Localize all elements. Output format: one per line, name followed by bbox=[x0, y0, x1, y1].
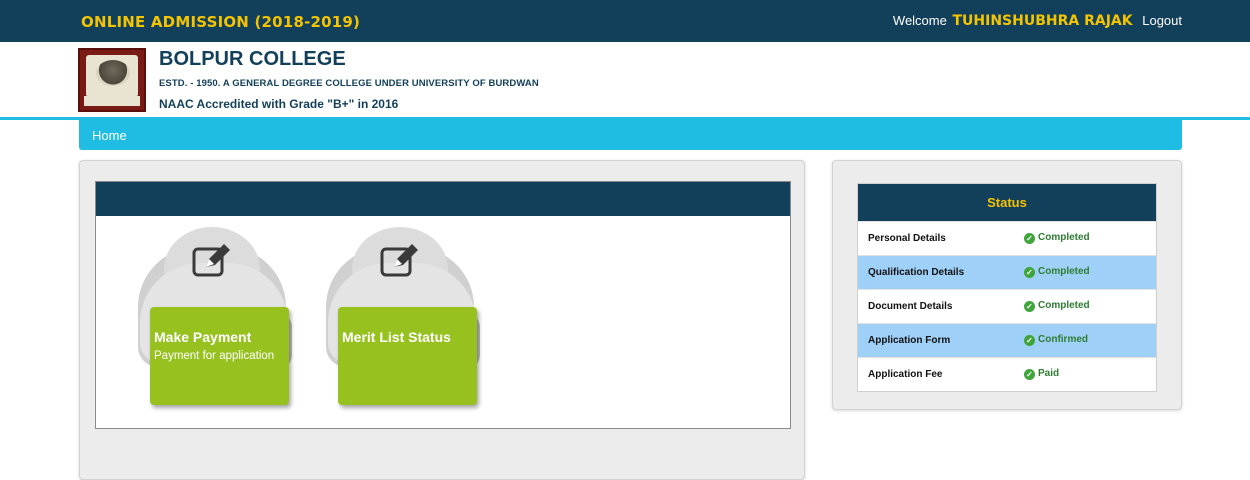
status-value-text: Completed bbox=[1038, 266, 1090, 277]
college-naac-line: NAAC Accredited with Grade "B+" in 2016 bbox=[159, 97, 399, 111]
edit-icon bbox=[192, 244, 230, 277]
top-bar: ONLINE ADMISSION (2018-2019) Welcome TUH… bbox=[0, 0, 1250, 42]
make-payment-button[interactable]: Make Payment Payment for application bbox=[150, 307, 289, 405]
logout-link[interactable]: Logout bbox=[1142, 13, 1182, 28]
status-row-application-fee: Application Fee ✓ Paid bbox=[858, 357, 1156, 391]
welcome-label: Welcome bbox=[892, 13, 947, 28]
dashboard-box-header bbox=[96, 182, 790, 216]
status-row-label: Application Form bbox=[868, 335, 951, 346]
college-name: BOLPUR COLLEGE bbox=[159, 48, 346, 70]
check-circle-icon: ✓ bbox=[1024, 301, 1035, 312]
edit-icon bbox=[380, 244, 418, 277]
college-header: BOLPUR COLLEGE ESTD. - 1950. A GENERAL D… bbox=[0, 42, 1250, 118]
check-circle-icon: ✓ bbox=[1024, 335, 1035, 346]
nav-home-link[interactable]: Home bbox=[92, 128, 127, 143]
main-nav: Home bbox=[79, 120, 1182, 150]
tile-subtitle: Payment for application bbox=[154, 350, 275, 362]
user-name: TUHINSHUBHRA RAJAK bbox=[952, 13, 1133, 29]
status-row-document-details: Document Details ✓ Completed bbox=[858, 289, 1156, 323]
check-circle-icon: ✓ bbox=[1024, 369, 1035, 380]
status-value-text: Completed bbox=[1038, 232, 1090, 243]
dashboard-box: Make Payment Payment for application Mer… bbox=[95, 181, 791, 429]
status-row-value: ✓ Completed bbox=[1024, 300, 1090, 312]
status-row-value: ✓ Completed bbox=[1024, 232, 1090, 244]
status-table: Status Personal Details ✓ Completed Quali… bbox=[857, 183, 1157, 392]
welcome-area: Welcome TUHINSHUBHRA RAJAK Logout bbox=[893, 13, 1182, 29]
college-estd-line: ESTD. - 1950. A GENERAL DEGREE COLLEGE U… bbox=[159, 78, 539, 89]
emblem-tree-icon bbox=[96, 60, 130, 86]
check-circle-icon: ✓ bbox=[1024, 233, 1035, 244]
status-row-value: ✓ Completed bbox=[1024, 266, 1090, 278]
status-row-label: Personal Details bbox=[868, 233, 946, 244]
tile-merit-list-status: Merit List Status bbox=[326, 227, 484, 427]
status-heading: Status bbox=[858, 184, 1156, 221]
tile-make-payment: Make Payment Payment for application bbox=[138, 227, 296, 427]
college-emblem-logo bbox=[78, 48, 146, 112]
status-row-label: Application Fee bbox=[868, 369, 943, 380]
status-row-label: Qualification Details bbox=[868, 267, 965, 278]
status-row-application-form: Application Form ✓ Confirmed bbox=[858, 323, 1156, 357]
status-row-qualification-details: Qualification Details ✓ Completed bbox=[858, 255, 1156, 289]
status-row-value: ✓ Confirmed bbox=[1024, 334, 1088, 346]
check-circle-icon: ✓ bbox=[1024, 267, 1035, 278]
status-value-text: Completed bbox=[1038, 300, 1090, 311]
merit-list-status-button[interactable]: Merit List Status bbox=[338, 307, 477, 405]
status-panel: Status Personal Details ✓ Completed Quali… bbox=[832, 160, 1182, 410]
emblem-band bbox=[84, 96, 140, 106]
status-value-text: Confirmed bbox=[1038, 334, 1088, 345]
status-row-value: ✓ Paid bbox=[1024, 368, 1059, 380]
status-row-label: Document Details bbox=[868, 301, 953, 312]
tile-title: Merit List Status bbox=[342, 329, 451, 345]
app-title: ONLINE ADMISSION (2018-2019) bbox=[81, 13, 361, 31]
status-value-text: Paid bbox=[1038, 368, 1060, 379]
tile-title: Make Payment bbox=[154, 329, 252, 345]
dashboard-panel: Make Payment Payment for application Mer… bbox=[79, 160, 805, 480]
status-row-personal-details: Personal Details ✓ Completed bbox=[858, 221, 1156, 255]
